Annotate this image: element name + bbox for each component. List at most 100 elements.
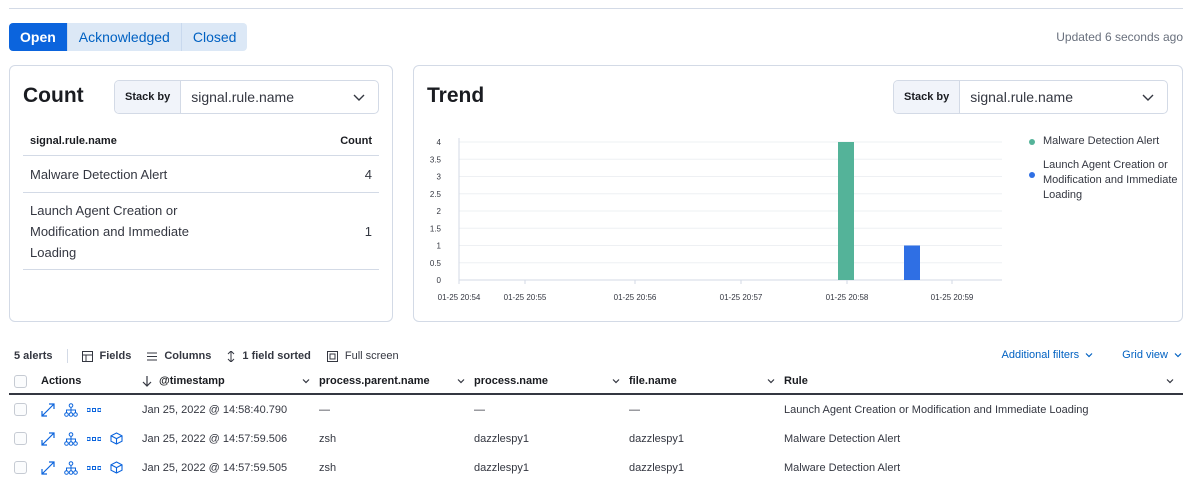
col-timestamp[interactable]: @timestamp	[142, 375, 319, 387]
grid-view-label: Grid view	[1122, 349, 1168, 361]
legend-dot	[1029, 139, 1035, 145]
legend-item[interactable]: Malware Detection Alert	[1029, 134, 1179, 149]
table-header-row: Actions @timestamp process.parent.name p…	[9, 369, 1183, 395]
expand-event-button[interactable]	[41, 431, 55, 446]
count-row: Launch Agent Creation or Modification an…	[23, 193, 379, 270]
cell-timestamp[interactable]: Jan 25, 2022 @ 14:58:40.790	[142, 404, 319, 416]
cell-rule[interactable]: Malware Detection Alert	[784, 433, 1183, 445]
row-checkbox[interactable]	[14, 432, 27, 445]
table-row: Jan 25, 2022 @ 14:57:59.505 zsh dazzlespy1…	[9, 453, 1183, 482]
y-tick-label: 2.5	[430, 190, 442, 199]
y-tick-label: 2	[437, 207, 442, 216]
stack-by-label: Stack by	[115, 81, 182, 113]
table-body: Jan 25, 2022 @ 14:58:40.790— — — Launch Age…	[9, 395, 1183, 482]
chevron-down-icon	[1085, 353, 1093, 358]
count-table-header: signal.rule.name Count	[23, 127, 379, 156]
cell-rule[interactable]: Launch Agent Creation or Modification an…	[784, 404, 1183, 416]
col-file-name-label: file.name	[629, 375, 677, 387]
row-actions	[41, 460, 142, 475]
count-title: Count	[23, 84, 84, 107]
toolbar-divider	[66, 349, 68, 363]
expand-event-button[interactable]	[41, 460, 55, 475]
row-checkbox[interactable]	[14, 403, 27, 416]
cell-timestamp[interactable]: Jan 25, 2022 @ 14:57:59.506	[142, 433, 319, 445]
count-row-value: 4	[364, 166, 372, 182]
session-view-button[interactable]	[110, 432, 123, 445]
session-view-button[interactable]	[110, 461, 123, 474]
legend-dot	[1029, 172, 1035, 178]
tab-open[interactable]: Open	[9, 23, 68, 51]
legend-item[interactable]: Launch Agent Creation or Modification an…	[1029, 158, 1179, 203]
cell-process-parent-name[interactable]: —	[319, 404, 474, 416]
trend-stack-by-select[interactable]: Stack by signal.rule.name	[893, 80, 1168, 114]
tab-closed[interactable]: Closed	[181, 23, 248, 51]
count-row-value: 1	[364, 223, 372, 239]
legend-label: Malware Detection Alert	[1043, 135, 1160, 147]
col-count: Count	[340, 135, 372, 147]
y-tick-label: 4	[437, 138, 442, 147]
session-view-icon	[110, 461, 123, 474]
additional-filters-button[interactable]: Additional filters	[988, 349, 1095, 361]
col-process-name[interactable]: process.name	[474, 375, 629, 387]
expand-icon	[41, 431, 55, 446]
chevron-down-icon[interactable]	[456, 376, 466, 386]
cell-process-parent-name[interactable]: zsh	[319, 462, 474, 474]
chevron-down-icon[interactable]	[611, 376, 621, 386]
analyze-event-button[interactable]	[64, 431, 78, 446]
col-rule-label: Rule	[784, 375, 808, 387]
col-rule[interactable]: Rule	[784, 375, 1183, 387]
cell-timestamp[interactable]: Jan 25, 2022 @ 14:57:59.505	[142, 462, 319, 474]
expand-event-button[interactable]	[41, 402, 55, 417]
list-icon	[147, 352, 158, 360]
col-process-parent-name-label: process.parent.name	[319, 375, 430, 387]
process-tree-icon	[64, 460, 78, 475]
more-actions-icon	[87, 465, 101, 470]
fields-label: Fields	[99, 350, 132, 362]
more-actions-button[interactable]	[87, 436, 101, 442]
y-tick-label: 3.5	[430, 155, 442, 164]
more-actions-button[interactable]	[87, 407, 101, 413]
x-tick-label: 01-25 20:57	[720, 293, 763, 302]
cell-process-name[interactable]: dazzlespy1	[474, 433, 629, 445]
row-checkbox[interactable]	[14, 461, 27, 474]
chevron-down-icon[interactable]	[301, 376, 311, 386]
fields-button[interactable]: Fields	[81, 350, 132, 362]
columns-button[interactable]: Columns	[147, 350, 211, 362]
sort-button[interactable]: 1 field sorted	[227, 350, 311, 362]
additional-filters-label: Additional filters	[1001, 349, 1080, 361]
tab-acknowledged[interactable]: Acknowledged	[67, 23, 182, 51]
col-file-name[interactable]: file.name	[629, 375, 784, 387]
chevron-down-icon[interactable]	[766, 376, 776, 386]
toolbar-right: Additional filters Grid view	[974, 349, 1184, 361]
session-view-icon	[110, 432, 123, 445]
cell-process-name[interactable]: —	[474, 404, 629, 416]
y-tick-label: 3	[437, 173, 442, 182]
chevron-down-icon[interactable]	[1165, 376, 1175, 386]
col-process-parent-name[interactable]: process.parent.name	[319, 375, 474, 387]
select-all-checkbox[interactable]	[14, 374, 27, 388]
top-divider	[9, 8, 1183, 9]
cell-process-name[interactable]: dazzlespy1	[474, 462, 629, 474]
x-tick-label: 01-25 20:55	[504, 293, 547, 302]
alerts-count: 5 alerts	[14, 350, 53, 362]
cell-process-parent-name[interactable]: zsh	[319, 433, 474, 445]
cell-file-name[interactable]: —	[629, 404, 784, 416]
more-actions-button[interactable]	[87, 465, 101, 471]
stack-by-value[interactable]: signal.rule.name	[181, 81, 378, 113]
cell-file-name[interactable]: dazzlespy1	[629, 433, 784, 445]
cell-file-name[interactable]: dazzlespy1	[629, 462, 784, 474]
bar-malware-detection	[838, 142, 854, 280]
analyze-event-button[interactable]	[64, 402, 78, 417]
grid-view-button[interactable]: Grid view	[1108, 349, 1183, 361]
analyze-event-button[interactable]	[64, 460, 78, 475]
row-actions	[41, 431, 142, 446]
legend-label: Launch Agent Creation or Modification an…	[1043, 159, 1178, 201]
stack-by-label: Stack by	[894, 81, 961, 113]
full-screen-button[interactable]: Full screen	[326, 350, 399, 362]
stack-by-value-text: signal.rule.name	[191, 89, 294, 105]
stack-by-value[interactable]: signal.rule.name	[960, 81, 1167, 113]
col-rule-name: signal.rule.name	[30, 135, 117, 147]
count-stack-by-select[interactable]: Stack by signal.rule.name	[114, 80, 379, 114]
cell-rule[interactable]: Malware Detection Alert	[784, 462, 1183, 474]
trend-chart: 4 3.5 3 2.5 2 1.5 1 0.5 0 01-25 20:54 01-25 20:55 0…	[430, 138, 1002, 302]
